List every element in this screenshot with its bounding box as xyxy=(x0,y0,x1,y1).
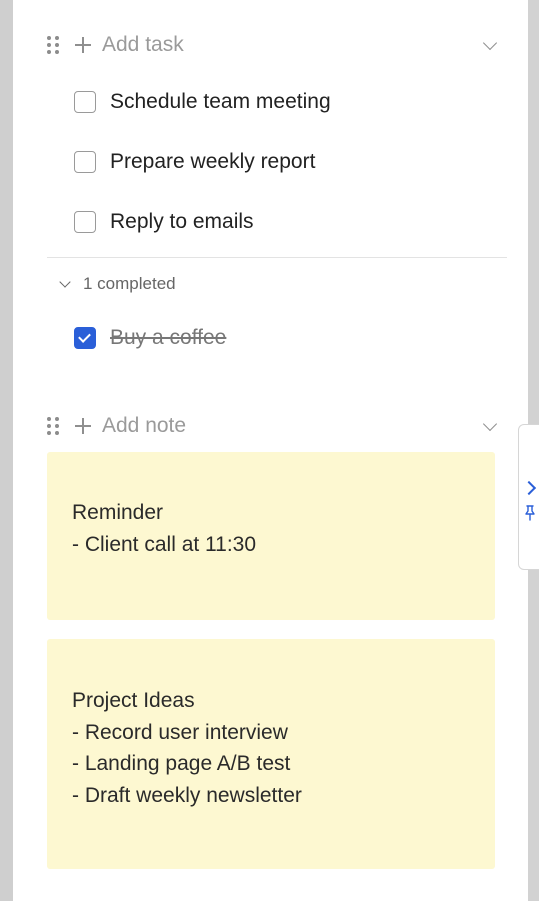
note-line: - Record user interview xyxy=(72,720,288,744)
note-line: - Landing page A/B test xyxy=(72,752,291,775)
completed-count: 1 completed xyxy=(83,274,176,293)
task-item: Reply to emails xyxy=(74,204,494,240)
completed-task-item: Buy a coffee xyxy=(74,320,494,356)
note-line: - Draft weekly newsletter xyxy=(72,783,302,807)
task-checkbox[interactable] xyxy=(74,91,96,113)
drag-handle-icon[interactable] xyxy=(47,35,61,55)
task-label[interactable]: Buy a coffee xyxy=(110,326,226,350)
add-note-button[interactable]: Add note xyxy=(102,414,186,438)
note-line: - Client call at 11:30 xyxy=(72,532,257,556)
task-checkbox[interactable] xyxy=(74,151,96,173)
note-title: Reminder xyxy=(72,501,164,524)
note-card[interactable]: Project Ideas - Record user interview - … xyxy=(47,639,495,869)
chevron-right-icon[interactable] xyxy=(521,480,537,496)
task-item: Schedule team meeting xyxy=(74,84,494,120)
add-task-button[interactable]: Add task xyxy=(102,33,184,57)
add-task-row[interactable]: Add task xyxy=(47,30,507,60)
drag-handle-icon[interactable] xyxy=(47,416,61,436)
main-panel: Add task Schedule team meeting Prepare w… xyxy=(13,0,528,901)
task-label[interactable]: Schedule team meeting xyxy=(110,90,331,114)
chevron-down-icon xyxy=(59,276,71,288)
side-panel-tab[interactable] xyxy=(518,424,539,570)
chevron-down-icon[interactable] xyxy=(482,35,498,51)
task-label[interactable]: Prepare weekly report xyxy=(110,150,315,174)
plus-icon xyxy=(75,37,91,53)
task-item: Prepare weekly report xyxy=(74,144,494,180)
plus-icon xyxy=(75,418,91,434)
chevron-down-icon[interactable] xyxy=(482,416,498,432)
divider xyxy=(47,257,507,258)
task-label[interactable]: Reply to emails xyxy=(110,210,254,234)
note-title: Project Ideas xyxy=(72,689,195,712)
pin-icon[interactable] xyxy=(523,505,537,521)
task-checkbox-checked[interactable] xyxy=(74,327,96,349)
task-checkbox[interactable] xyxy=(74,211,96,233)
completed-toggle[interactable]: 1 completed xyxy=(59,272,176,296)
add-note-row[interactable]: Add note xyxy=(47,411,507,441)
note-card[interactable]: Reminder - Client call at 11:30 xyxy=(47,452,495,620)
